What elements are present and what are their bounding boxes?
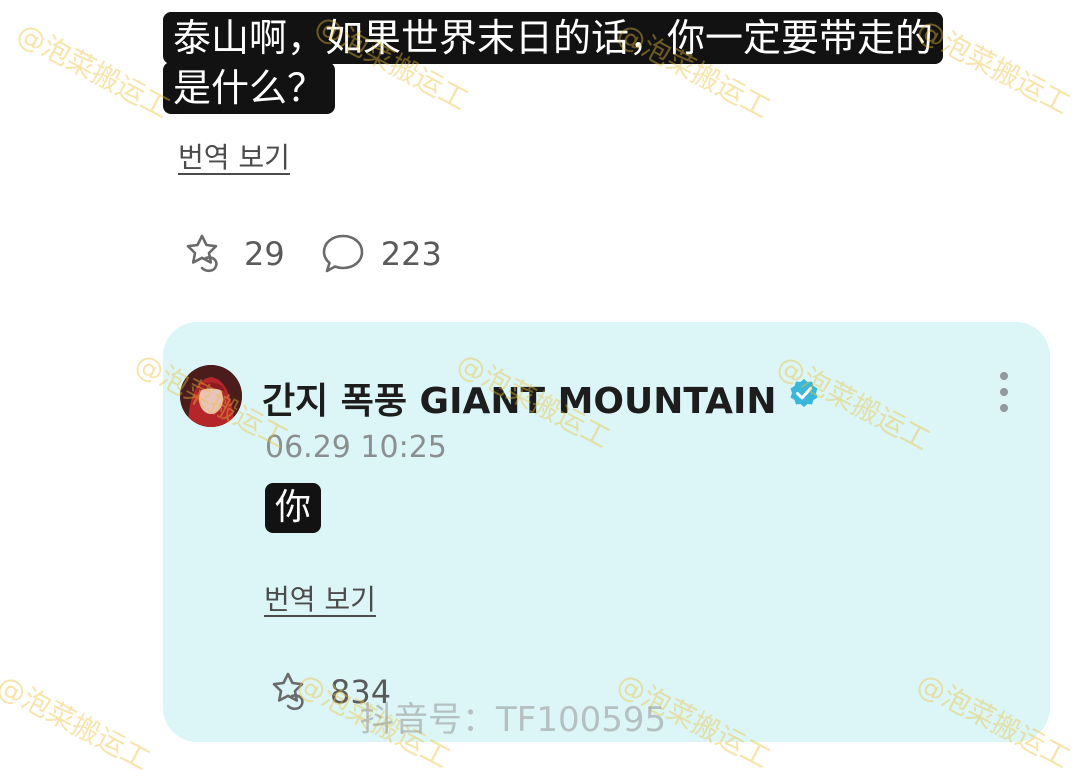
reply-like-icon[interactable] <box>266 670 314 714</box>
like-count: 29 <box>244 235 285 273</box>
post-caption-line-2: 是什么？ <box>163 62 336 114</box>
comment-count: 223 <box>380 235 442 273</box>
post-caption: 泰山啊，如果世界末日的话，你一定要带走的 是什么？ <box>163 12 1033 114</box>
avatar[interactable] <box>180 365 242 427</box>
author-name[interactable]: 간지 폭풍 GIANT MOUNTAIN <box>262 372 777 424</box>
watermark: @泡菜搬运工 <box>0 668 156 777</box>
reply-timestamp: 06.29 10:25 <box>265 430 447 465</box>
reply-translate-link[interactable]: 번역 보기 <box>264 578 376 618</box>
reply-author[interactable]: 간지 폭풍 GIANT MOUNTAIN <box>262 372 821 424</box>
post-caption-line-1: 泰山啊，如果世界末日的话，你一定要带走的 <box>163 12 944 64</box>
post-stats: 29 223 <box>180 232 442 276</box>
verified-badge-icon <box>787 377 821 420</box>
post-translate-link[interactable]: 번역 보기 <box>178 136 290 176</box>
more-vertical-icon[interactable] <box>996 372 1012 418</box>
reply-text: 你 <box>265 483 322 533</box>
watermark: @泡菜搬运工 <box>11 16 176 125</box>
bottom-watermark: 抖音号：TF100595 <box>360 700 667 740</box>
comment-icon[interactable] <box>321 232 367 276</box>
like-icon[interactable] <box>180 232 228 276</box>
